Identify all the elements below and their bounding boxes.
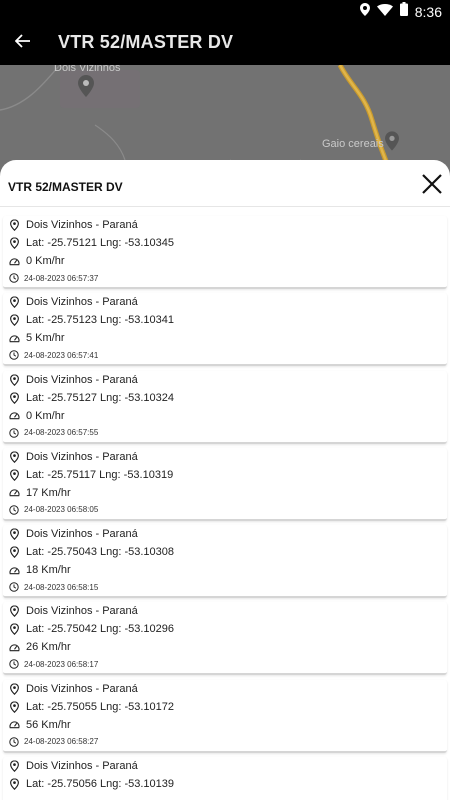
list-item[interactable]: Dois Vizinhos - Paraná Lat: -25.75117 Ln… <box>3 447 447 521</box>
coords-text: Lat: -25.75123 Lng: -53.10341 <box>26 314 175 327</box>
clock-icon <box>8 350 20 360</box>
close-icon <box>420 174 444 200</box>
timestamp-text: 24-08-2023 06:57:37 <box>24 273 99 283</box>
status-bar: 8:36 <box>0 0 450 20</box>
location-pin-icon <box>8 237 20 249</box>
location-pin-icon <box>8 314 20 327</box>
status-icons: 8:36 <box>359 2 442 21</box>
place-text: Dois Vizinhos - Paraná <box>26 528 138 541</box>
coords-text: Lat: -25.75043 Lng: -53.10308 <box>26 546 175 559</box>
speedometer-icon <box>8 488 20 497</box>
location-pin-icon <box>8 778 20 791</box>
speed-text: 0 Km/hr <box>26 409 65 422</box>
speedometer-icon <box>8 257 20 266</box>
speedometer-icon <box>8 334 20 343</box>
coords-text: Lat: -25.75055 Lng: -53.10172 <box>26 700 175 713</box>
speed-text: 26 Km/hr <box>26 641 71 654</box>
place-text: Dois Vizinhos - Paraná <box>26 219 138 231</box>
place-text: Dois Vizinhos - Paraná <box>26 296 138 309</box>
clock-icon <box>8 273 20 283</box>
location-pin-icon <box>8 469 20 481</box>
location-pin-icon <box>8 760 20 773</box>
timestamp-text: 24-08-2023 06:58:27 <box>24 737 99 747</box>
location-pin-icon <box>8 451 20 463</box>
location-pin-icon <box>8 373 20 386</box>
battery-icon <box>399 2 408 21</box>
coords-text: Lat: -25.75117 Lng: -53.10319 <box>26 468 174 481</box>
speedometer-icon <box>8 643 20 652</box>
place-text: Dois Vizinhos - Paraná <box>26 373 138 386</box>
place-text: Dois Vizinhos - Paraná <box>26 450 138 463</box>
map-pin-icon[interactable] <box>78 75 94 102</box>
speedometer-icon <box>8 720 20 729</box>
list-item[interactable]: Dois Vizinhos - Paraná Lat: -25.75042 Ln… <box>3 602 447 676</box>
map-view[interactable]: Dois Vizinhos Gaio cereais <box>0 65 450 175</box>
location-pin-icon <box>8 700 20 713</box>
timestamp-text: 24-08-2023 06:58:05 <box>24 505 99 515</box>
timestamp-text: 24-08-2023 06:57:55 <box>24 428 99 438</box>
history-sheet: VTR 52/MASTER DV Dois Vizinhos - Paraná … <box>0 160 450 800</box>
sheet-title: VTR 52/MASTER DV <box>8 180 123 194</box>
place-text: Dois Vizinhos - Paraná <box>26 760 138 773</box>
clock-icon <box>8 582 20 592</box>
coords-text: Lat: -25.75042 Lng: -53.10296 <box>26 623 175 636</box>
speed-text: 17 Km/hr <box>26 486 71 499</box>
app-title: VTR 52/MASTER DV <box>58 32 234 52</box>
location-pin-icon <box>8 605 20 618</box>
location-status-icon <box>359 2 370 21</box>
location-pin-icon <box>8 528 20 541</box>
list-item[interactable]: Dois Vizinhos - Paraná Lat: -25.75056 Ln… <box>3 757 447 800</box>
location-pin-icon <box>8 391 20 404</box>
speed-text: 0 Km/hr <box>26 255 65 267</box>
arrow-back-icon <box>14 33 31 53</box>
list-item[interactable]: Dois Vizinhos - Paraná Lat: -25.75055 Ln… <box>3 679 447 753</box>
speed-text: 56 Km/hr <box>26 718 71 731</box>
location-pin-icon <box>8 219 20 231</box>
map-label-dois-vizinhos: Dois Vizinhos <box>54 65 121 74</box>
back-button[interactable] <box>10 30 36 56</box>
clock-icon <box>8 505 20 515</box>
list-item[interactable]: Dois Vizinhos - Paraná Lat: -25.75043 Ln… <box>3 525 447 599</box>
location-pin-icon <box>8 546 20 559</box>
history-list[interactable]: Dois Vizinhos - Paraná Lat: -25.75121 Ln… <box>3 216 447 800</box>
clock-icon <box>8 427 20 438</box>
list-item[interactable]: Dois Vizinhos - Paraná Lat: -25.75123 Ln… <box>3 293 447 367</box>
clock-icon <box>8 659 20 670</box>
speed-text: 18 Km/hr <box>26 564 71 577</box>
divider <box>0 206 450 207</box>
coords-text: Lat: -25.75056 Lng: -53.10139 <box>26 778 175 791</box>
speedometer-icon <box>8 411 20 420</box>
timestamp-text: 24-08-2023 06:57:41 <box>24 350 99 360</box>
timestamp-text: 24-08-2023 06:58:15 <box>24 582 99 592</box>
wifi-icon <box>376 3 393 21</box>
map-pin-icon[interactable] <box>385 131 399 156</box>
speedometer-icon <box>8 566 20 575</box>
timestamp-text: 24-08-2023 06:58:17 <box>24 659 99 669</box>
coords-text: Lat: -25.75127 Lng: -53.10324 <box>26 391 175 404</box>
clock-icon <box>8 737 20 747</box>
location-pin-icon <box>8 623 20 636</box>
location-pin-icon <box>8 682 20 695</box>
app-bar: VTR 52/MASTER DV <box>0 20 450 65</box>
coords-text: Lat: -25.75121 Lng: -53.10345 <box>26 237 175 249</box>
list-item[interactable]: Dois Vizinhos - Paraná Lat: -25.75127 Ln… <box>3 370 447 444</box>
status-time: 8:36 <box>414 3 442 20</box>
place-text: Dois Vizinhos - Paraná <box>26 605 138 618</box>
map-label-gaio-cereais: Gaio cereais <box>322 138 384 150</box>
location-pin-icon <box>8 296 20 309</box>
close-button[interactable] <box>420 172 444 196</box>
list-item[interactable]: Dois Vizinhos - Paraná Lat: -25.75121 Ln… <box>3 216 447 289</box>
speed-text: 5 Km/hr <box>26 332 65 345</box>
place-text: Dois Vizinhos - Paraná <box>26 682 138 695</box>
map-roads <box>0 65 395 175</box>
